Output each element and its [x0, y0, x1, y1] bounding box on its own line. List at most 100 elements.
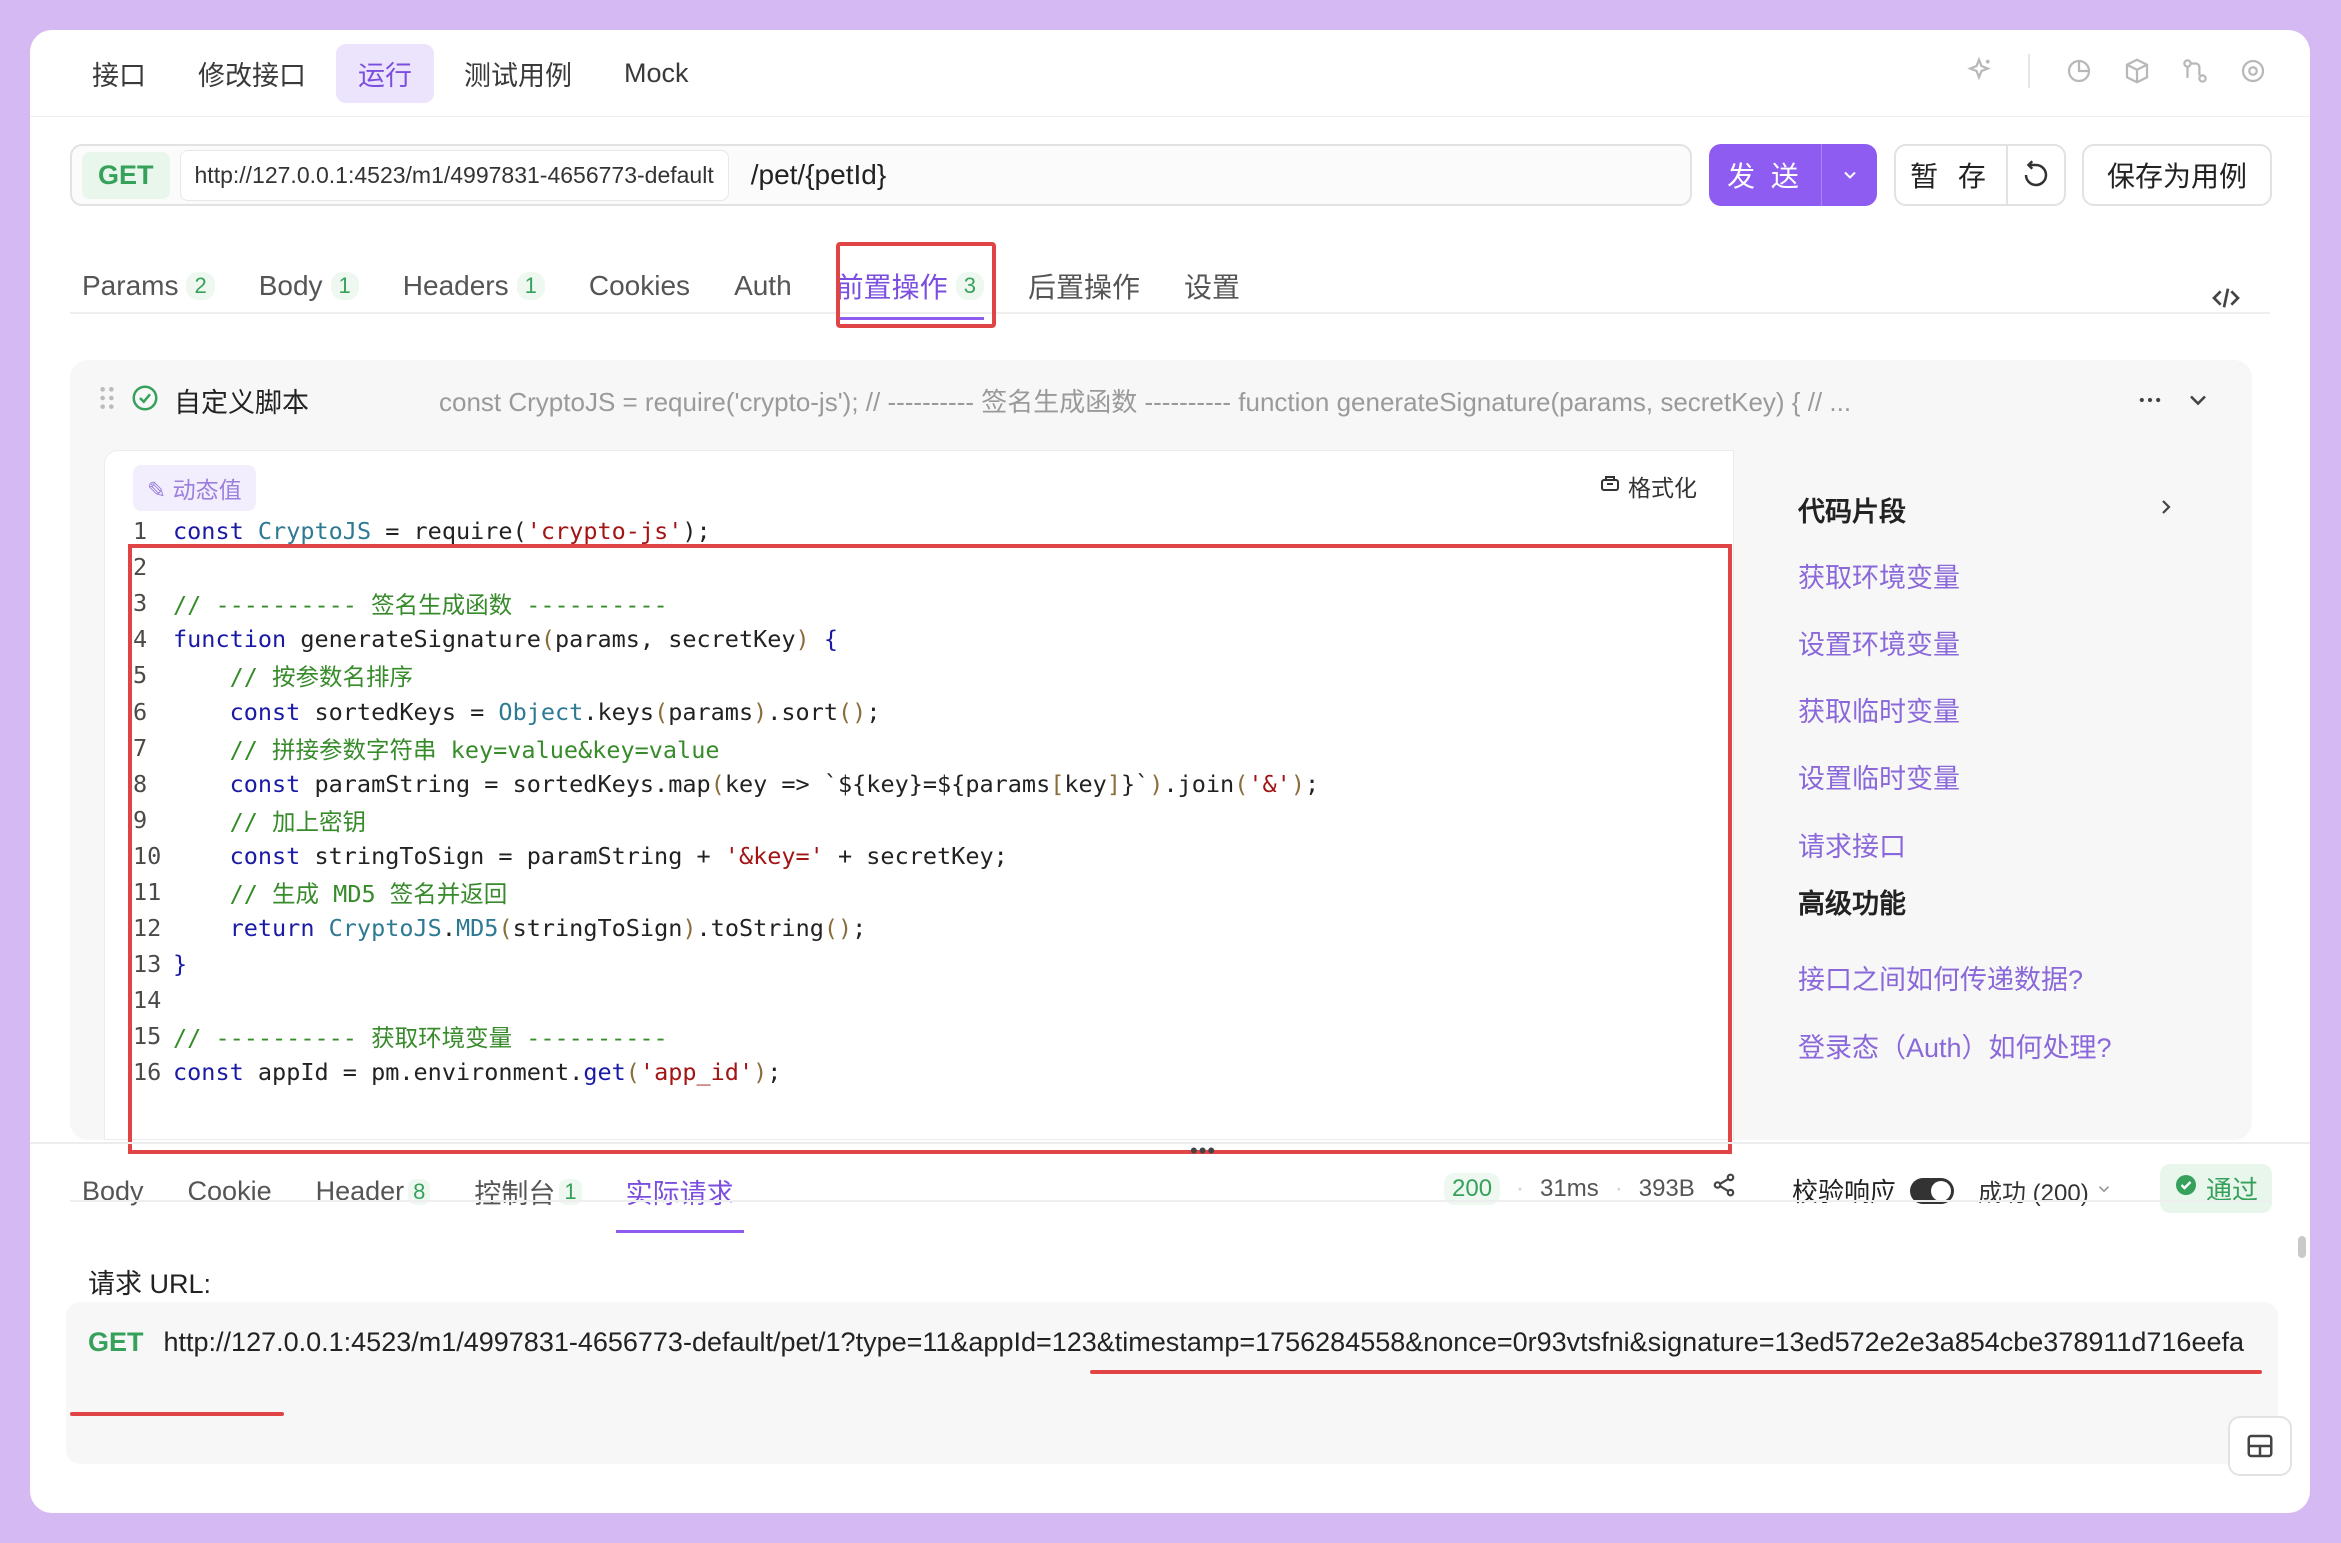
- tab-settings[interactable]: 设置: [1184, 266, 1240, 306]
- refresh-icon[interactable]: [2008, 160, 2064, 190]
- method-select[interactable]: GET: [82, 151, 170, 199]
- tab-edit-interface[interactable]: 修改接口: [176, 44, 328, 103]
- line-number: 16: [133, 1058, 162, 1087]
- code-line: 16 const appId = pm.environment.get('app_…: [123, 1054, 1723, 1090]
- tab-label: 设置: [1183, 272, 1240, 303]
- line-number: 6: [133, 697, 148, 726]
- more-icon[interactable]: [2136, 386, 2164, 419]
- snippet-send-request[interactable]: 请求接口: [1798, 825, 1906, 864]
- snippet-set-env-var[interactable]: 设置环境变量: [1798, 623, 1960, 662]
- url-bar[interactable]: GET http://127.0.0.1:4523/m1/4997831-465…: [70, 144, 1692, 206]
- tab-test-cases[interactable]: 测试用例: [442, 44, 594, 103]
- tab-label: 控制台: [474, 1179, 556, 1209]
- chevron-down-icon[interactable]: [2184, 386, 2212, 419]
- script-title: 自定义脚本: [174, 387, 309, 418]
- save-as-case-button[interactable]: 保存为用例: [2082, 144, 2272, 206]
- top-tabs: 接口 修改接口 运行 测试用例 Mock: [70, 43, 711, 103]
- format-label: 格式化: [1628, 475, 1697, 501]
- tab-label: Cookie: [187, 1176, 272, 1206]
- code-editor[interactable]: 1 const CryptoJS = require('crypto-js'); …: [123, 513, 1723, 1133]
- drag-handle-icon[interactable]: [98, 385, 116, 416]
- tab-response-body[interactable]: Body: [82, 1176, 144, 1207]
- toolbar-divider: [2028, 54, 2030, 88]
- snippet-get-temp-var[interactable]: 获取临时变量: [1798, 690, 1960, 729]
- tab-auth[interactable]: Auth: [734, 270, 792, 302]
- panel-resize-divider[interactable]: [30, 1142, 2310, 1144]
- tab-response-header[interactable]: Header 8: [316, 1176, 431, 1207]
- scrollbar[interactable]: [2298, 1236, 2306, 1258]
- resize-handle-icon[interactable]: •••: [1190, 1138, 1216, 1164]
- line-number: 4: [133, 625, 148, 654]
- send-button-group: 发 送: [1709, 144, 1877, 206]
- advanced-pass-data-link[interactable]: 接口之间如何传递数据?: [1798, 958, 2083, 997]
- code-line: 2: [123, 549, 1723, 585]
- tab-label: 前置操作: [835, 272, 948, 303]
- line-number: 14: [133, 986, 162, 1015]
- status-select[interactable]: 成功 (200): [1978, 1173, 2113, 1208]
- chevron-right-icon[interactable]: [2154, 495, 2178, 524]
- snippet-set-temp-var[interactable]: 设置临时变量: [1798, 757, 1960, 796]
- tab-post-processors[interactable]: 后置操作: [1028, 266, 1140, 306]
- tab-cookies[interactable]: Cookies: [589, 270, 690, 302]
- meta-separator: ·: [1516, 1174, 1525, 1202]
- code-line: 15// ---------- 获取环境变量 ----------: [123, 1018, 1723, 1054]
- pass-badge: 通过: [2160, 1164, 2273, 1213]
- line-number: 2: [133, 553, 148, 582]
- code-line: 7 // 拼接参数字符串 key=value&key=value: [123, 730, 1723, 766]
- code-line: 9 // 加上密钥: [123, 802, 1723, 838]
- tab-count: 3: [955, 272, 984, 300]
- response-size: 393B: [1638, 1174, 1695, 1202]
- save-draft-button[interactable]: 暂 存: [1896, 155, 2006, 195]
- tab-label: Auth: [734, 270, 792, 301]
- tab-label: Body: [258, 270, 323, 301]
- format-button[interactable]: 格式化: [1598, 469, 1697, 503]
- request-url: http://127.0.0.1:4523/m1/4997831-4656773…: [163, 1327, 2244, 1357]
- sparkle-icon[interactable]: [1962, 54, 1996, 88]
- tabs-divider: [70, 312, 2270, 314]
- tab-count: 2: [186, 272, 215, 300]
- status-select-value: 成功 (200): [1978, 1180, 2089, 1207]
- chevron-down-icon[interactable]: [1822, 165, 1877, 185]
- app-window: 接口 修改接口 运行 测试用例 Mock GET http://127.0.0.…: [30, 30, 2310, 1513]
- tab-label: Cookies: [588, 270, 691, 301]
- script-header[interactable]: 自定义脚本 const CryptoJS = require('crypto-j…: [70, 360, 2252, 440]
- tab-body[interactable]: Body 1: [259, 270, 359, 302]
- tab-headers[interactable]: Headers 1: [403, 270, 545, 302]
- meta-separator: ·: [1614, 1174, 1623, 1202]
- chart-icon[interactable]: [2062, 54, 2096, 88]
- tab-run[interactable]: 运行: [336, 43, 434, 103]
- tab-console[interactable]: 控制台 1: [474, 1172, 582, 1211]
- branch-icon[interactable]: [2178, 54, 2212, 88]
- tab-pre-processors[interactable]: 前置操作 3: [835, 266, 985, 320]
- request-url-box: GET http://127.0.0.1:4523/m1/4997831-4656…: [66, 1302, 2278, 1464]
- line-number: 1: [133, 517, 148, 546]
- snippet-get-env-var[interactable]: 获取环境变量: [1798, 556, 1960, 595]
- script-preview: const CryptoJS = require('crypto-js'); /…: [439, 386, 1852, 417]
- snippets-header[interactable]: 代码片段: [1798, 490, 2178, 529]
- send-button[interactable]: 发 送: [1709, 155, 1821, 195]
- tab-params[interactable]: Params 2: [82, 270, 215, 302]
- code-line: 3// ---------- 签名生成函数 ----------: [123, 585, 1723, 621]
- base-url-field[interactable]: http://127.0.0.1:4523/m1/4997831-4656773…: [179, 149, 729, 201]
- check-circle-icon[interactable]: [130, 383, 160, 418]
- request-url-label: 请求 URL:: [88, 1269, 212, 1299]
- settings-icon[interactable]: [2236, 54, 2270, 88]
- advanced-title: 高级功能: [1798, 889, 1906, 919]
- line-number: 15: [133, 1022, 162, 1051]
- tab-actual-request[interactable]: 实际请求: [615, 1172, 744, 1233]
- tab-count: 1: [516, 272, 545, 300]
- path-input[interactable]: /pet/{petId}: [751, 159, 886, 191]
- cube-icon[interactable]: [2120, 54, 2154, 88]
- request-url-text: GET http://127.0.0.1:4523/m1/4997831-4656…: [88, 1320, 2248, 1364]
- advanced-auth-link[interactable]: 登录态（Auth）如何处理?: [1798, 1026, 2112, 1065]
- tab-label: 后置操作: [1027, 272, 1140, 303]
- tab-response-cookie[interactable]: Cookie: [188, 1176, 272, 1207]
- layout-icon[interactable]: [2228, 1416, 2292, 1476]
- dynamic-value-button[interactable]: ✎ 动态值: [133, 465, 256, 511]
- validate-response-group: 校验响应 成功 (200): [1792, 1172, 2113, 1209]
- line-number: 5: [133, 661, 148, 690]
- tab-mock[interactable]: Mock: [602, 48, 711, 99]
- snippets-panel: 代码片段 获取环境变量 设置环境变量 获取临时变量 设置临时变量 请求接口 高级…: [1766, 450, 2252, 1140]
- code-line: 4 function generateSignature(params, secr…: [123, 621, 1723, 657]
- tab-interface[interactable]: 接口: [70, 44, 168, 103]
